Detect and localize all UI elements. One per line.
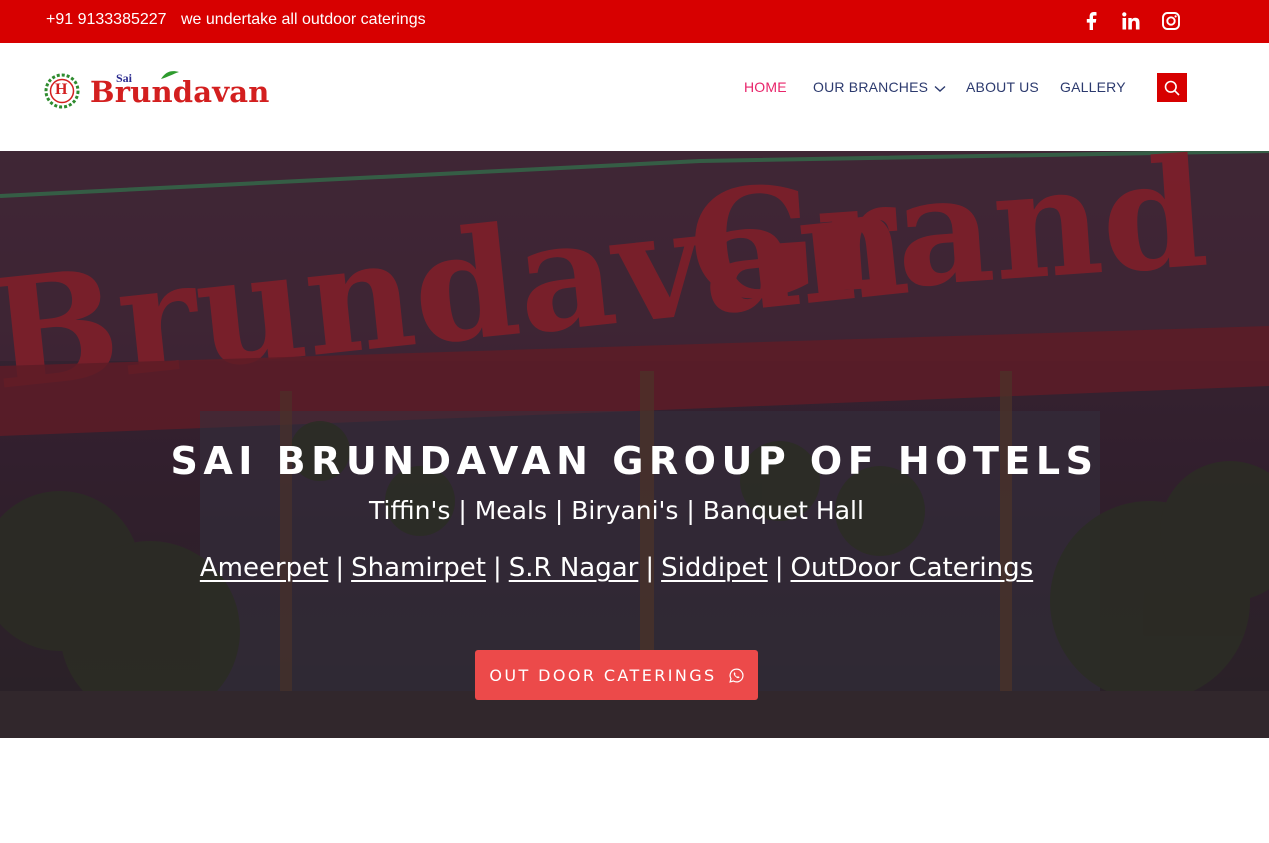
outdoor-caterings-button[interactable]: OUT DOOR CATERINGS	[475, 650, 758, 700]
top-bar: +91 9133385227 we undertake all outdoor …	[0, 0, 1269, 43]
link-separator: |	[774, 553, 784, 583]
leaf-icon	[161, 71, 179, 79]
branch-link-shamirpet[interactable]: Shamirpet	[351, 553, 486, 583]
logo-emblem-letter: H	[55, 81, 68, 98]
branch-link-siddipet[interactable]: Siddipet	[661, 553, 768, 583]
link-separator: |	[335, 553, 345, 583]
nav-home[interactable]: HOME	[744, 79, 787, 95]
link-separator: |	[645, 553, 655, 583]
facebook-icon[interactable]	[1081, 10, 1103, 32]
nav-our-branches[interactable]: OUR BRANCHES	[813, 79, 946, 96]
nav-gallery[interactable]: GALLERY	[1060, 79, 1126, 95]
branch-link-outdoor-caterings[interactable]: OutDoor Caterings	[791, 553, 1034, 583]
instagram-icon[interactable]	[1160, 10, 1182, 32]
cta-label: OUT DOOR CATERINGS	[489, 665, 717, 685]
nav-about-us[interactable]: ABOUT US	[966, 79, 1039, 95]
hero-title: SAI BRUNDAVAN GROUP OF HOTELS	[170, 439, 1099, 483]
search-icon	[1164, 80, 1180, 96]
branch-link-sr-nagar[interactable]: S.R Nagar	[509, 553, 639, 583]
hero-subtitle: Tiffin's | Meals | Biryani's | Banquet H…	[369, 496, 864, 525]
site-header: H Sai Brundavan HOME OUR BRANCHES ABOUT …	[0, 43, 1269, 151]
search-button[interactable]	[1157, 73, 1187, 102]
branch-links: Ameerpet | Shamirpet | S.R Nagar | Siddipet | Ou…	[0, 553, 1233, 583]
branch-link-ameerpet[interactable]: Ameerpet	[200, 553, 329, 583]
whatsapp-icon	[728, 668, 744, 683]
tagline: we undertake all outdoor caterings	[181, 11, 426, 28]
hero-banner: Brundavan Grand SAI BRUNDAVAN GROUP OF H…	[0, 151, 1269, 738]
brand-logo[interactable]: H Sai Brundavan	[44, 69, 269, 113]
phone-number[interactable]: +91 9133385227	[46, 11, 167, 29]
chevron-down-icon	[934, 80, 946, 96]
linkedin-icon[interactable]	[1120, 10, 1142, 32]
nav-our-branches-label: OUR BRANCHES	[813, 79, 929, 95]
link-separator: |	[492, 553, 502, 583]
